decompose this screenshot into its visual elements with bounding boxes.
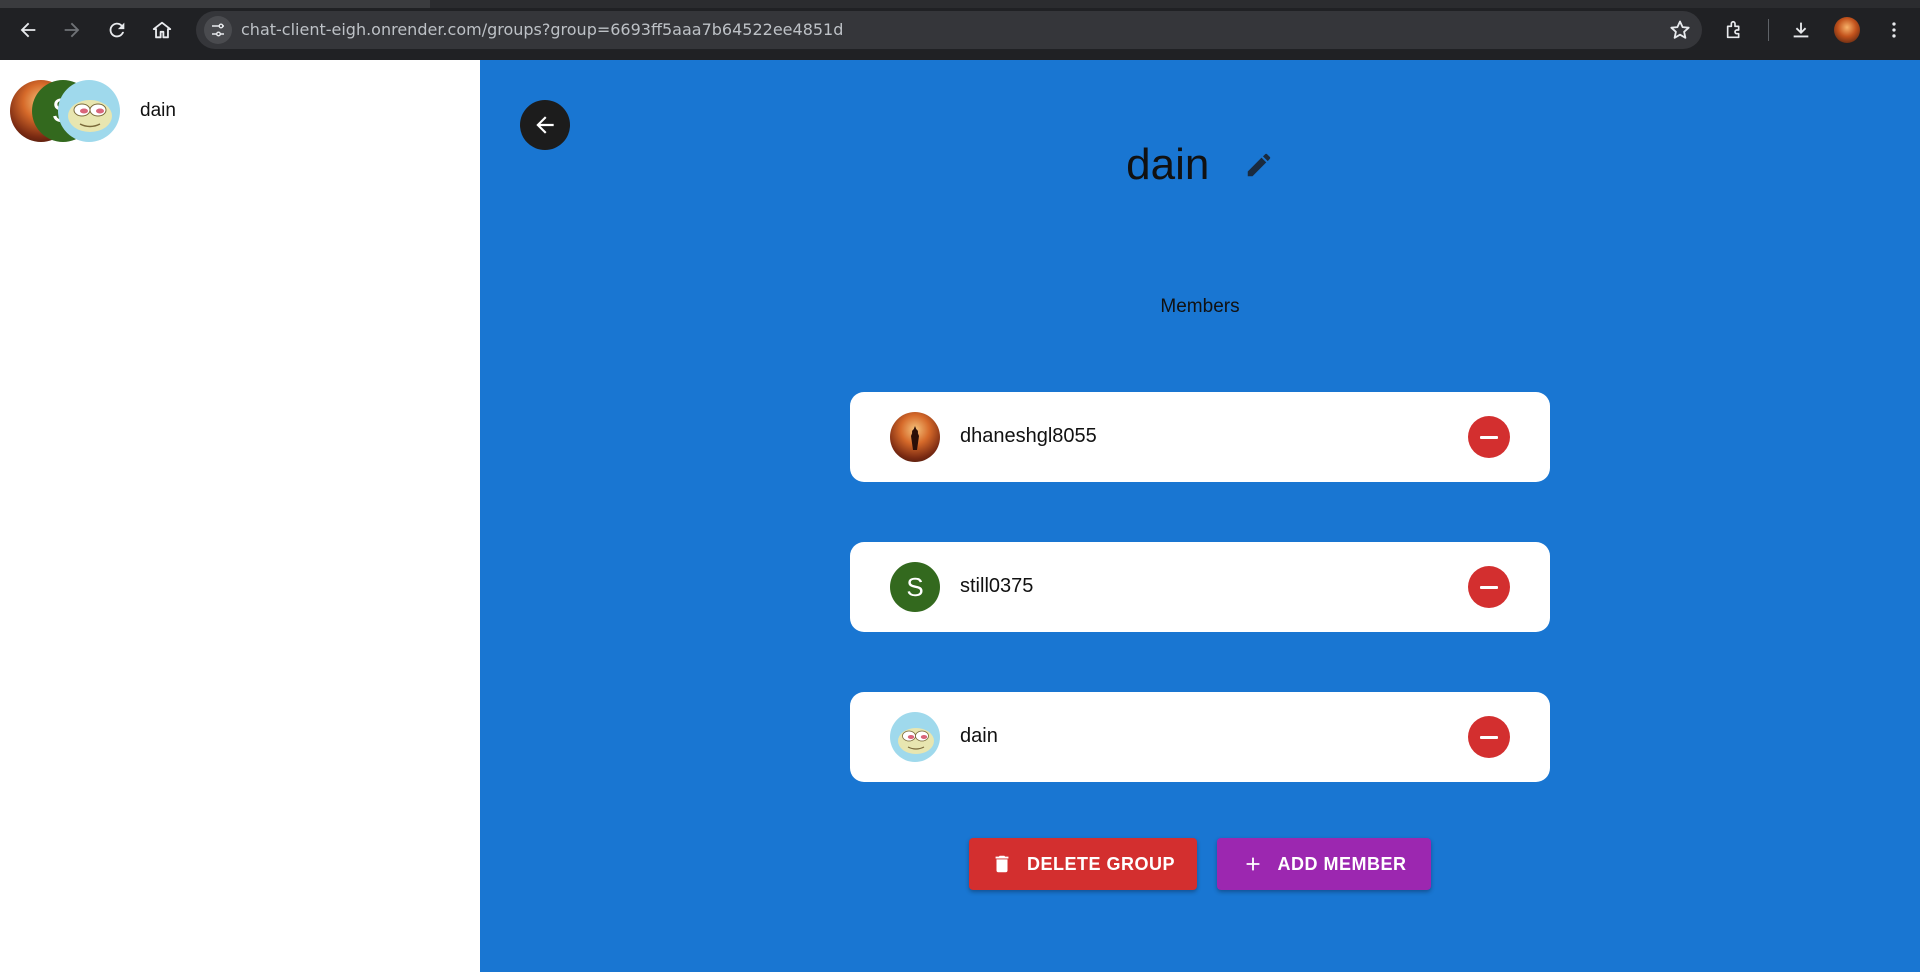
home-icon[interactable] [146, 14, 178, 46]
group-detail-panel: dain Members dhaneshgl8055 S still0375 d… [480, 60, 1920, 972]
add-member-label: ADD MEMBER [1277, 853, 1407, 874]
minus-icon [1480, 435, 1498, 439]
forward-icon[interactable] [56, 14, 88, 46]
avatar [58, 80, 120, 142]
group-title: dain [480, 140, 1920, 190]
edit-icon[interactable] [1244, 150, 1274, 180]
browser-toolbar: chat-client-eigh.onrender.com/groups?gro… [0, 0, 1920, 60]
active-tab-edge [0, 0, 430, 8]
address-bar[interactable]: chat-client-eigh.onrender.com/groups?gro… [196, 11, 1702, 49]
reload-icon[interactable] [101, 14, 133, 46]
page-title: dain [1126, 140, 1210, 189]
group-name: dain [140, 100, 176, 121]
bookmark-star-icon[interactable] [1668, 18, 1692, 42]
back-icon[interactable] [12, 14, 44, 46]
trash-icon [995, 855, 1009, 873]
minus-icon [1480, 585, 1498, 589]
member-name: dain [960, 725, 998, 747]
member-name: dhaneshgl8055 [960, 425, 1097, 447]
delete-group-label: DELETE GROUP [1026, 853, 1175, 874]
member-card: dain [850, 692, 1550, 782]
group-list-sidebar: S dain [0, 60, 480, 972]
member-card: S still0375 [850, 542, 1550, 632]
menu-icon[interactable] [1880, 16, 1908, 44]
avatar: S [890, 562, 940, 612]
site-info-icon[interactable] [204, 16, 232, 44]
arrow-left-icon [536, 116, 554, 134]
add-member-button[interactable]: ADD MEMBER [1217, 838, 1431, 890]
avatar [890, 412, 940, 462]
profile-avatar[interactable] [1834, 17, 1860, 43]
members-heading: Members [1160, 296, 1240, 317]
member-card: dhaneshgl8055 [850, 392, 1550, 482]
remove-member-button[interactable] [1468, 566, 1510, 608]
remove-member-button[interactable] [1468, 416, 1510, 458]
avatar [890, 712, 940, 762]
download-icon[interactable] [1787, 16, 1815, 44]
minus-icon [1480, 735, 1498, 739]
group-list-item[interactable]: S dain [0, 76, 480, 146]
url-text[interactable]: chat-client-eigh.onrender.com/groups?gro… [241, 20, 843, 39]
plus-icon [1246, 857, 1259, 871]
toolbar-divider [1768, 19, 1769, 41]
remove-member-button[interactable] [1468, 716, 1510, 758]
extensions-icon[interactable] [1721, 16, 1749, 44]
delete-group-button[interactable]: DELETE GROUP [969, 838, 1197, 890]
group-avatar-stack: S [10, 80, 125, 142]
member-name: still0375 [960, 575, 1034, 597]
